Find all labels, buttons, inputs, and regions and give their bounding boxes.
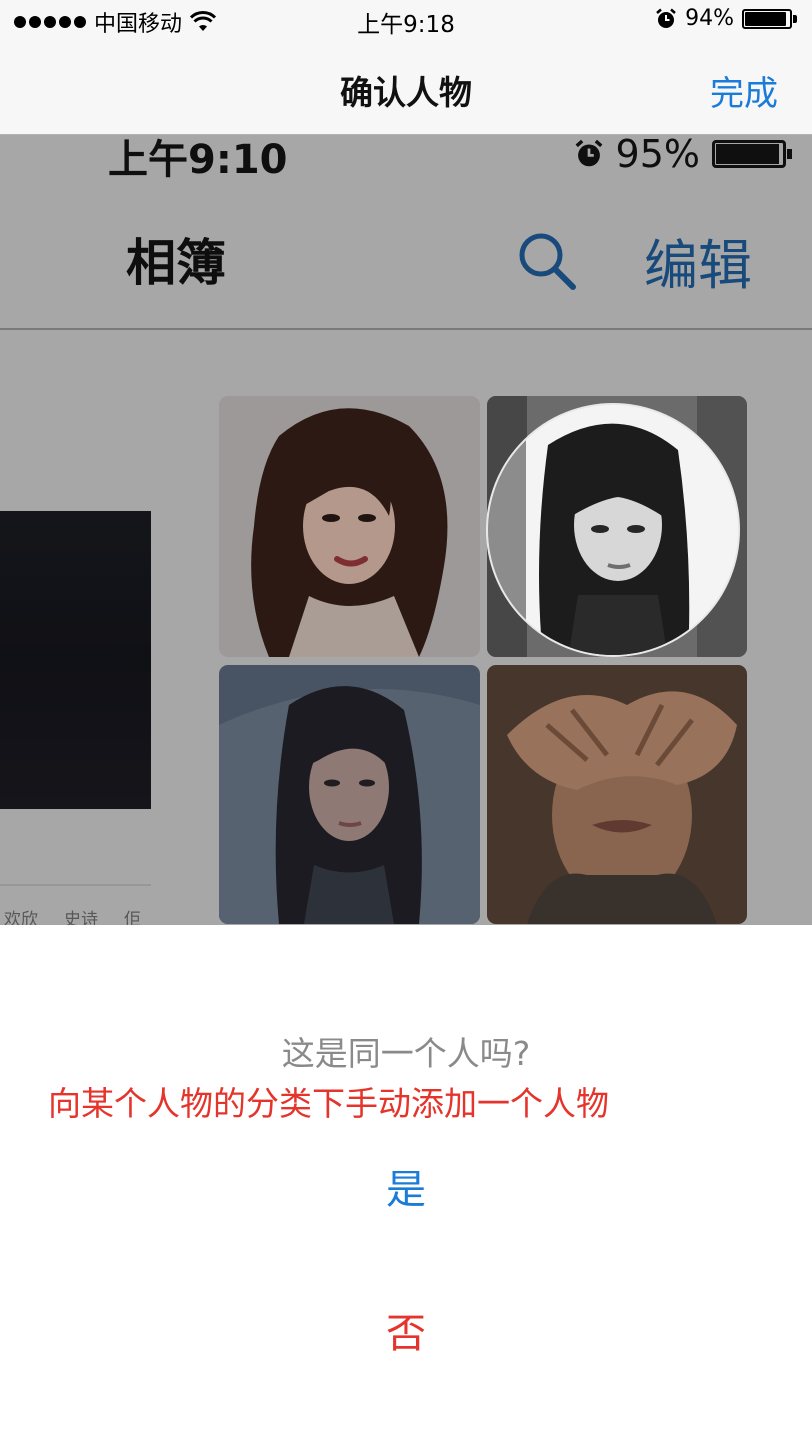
alarm-icon — [656, 8, 676, 28]
album-caption: 史诗 — [64, 910, 98, 925]
embedded-edit-button: 编辑 — [644, 234, 752, 297]
annotation-text: 向某个人物的分类下手动添加一个人物 — [48, 1084, 609, 1123]
highlighted-face[interactable] — [486, 403, 740, 657]
embedded-alarm-icon — [575, 139, 602, 167]
embedded-albums-title: 相簿 — [126, 234, 226, 292]
done-button[interactable]: 完成 — [710, 66, 778, 115]
page-title: 确认人物 — [340, 73, 472, 112]
status-right: 94% — [655, 6, 798, 31]
album-caption: 欢欣 — [4, 910, 38, 925]
album-caption: 佢 — [124, 910, 141, 925]
person-photo — [219, 396, 480, 657]
embedded-album-captions: 欢欣 史诗 佢 — [4, 905, 141, 925]
yes-button[interactable]: 是 — [356, 1157, 456, 1215]
embedded-search-icon — [519, 233, 576, 290]
person-photo — [487, 665, 747, 924]
embedded-battery-percent: 95% — [615, 135, 700, 176]
person-photo — [219, 665, 480, 924]
embedded-album-cover — [0, 511, 151, 809]
confirm-panel: 这是同一个人吗? 向某个人物的分类下手动添加一个人物 是 否 — [0, 925, 812, 1440]
status-bar: 中国移动 上午9:18 94% — [0, 0, 812, 40]
embedded-album-divider — [0, 884, 151, 886]
embedded-divider — [0, 328, 812, 330]
no-button[interactable]: 否 — [356, 1301, 456, 1359]
battery-percent: 94% — [685, 6, 734, 31]
embedded-battery-icon — [712, 138, 794, 170]
battery-icon — [742, 7, 798, 31]
embedded-screenshot: 上午9:10 95% 相簿 编辑 欢欣 史诗 佢 — [0, 135, 812, 925]
confirm-question: 这是同一个人吗? — [281, 1034, 531, 1073]
embedded-status-right: 95% — [574, 135, 794, 176]
nav-bar: 确认人物 完成 — [0, 40, 812, 135]
embedded-status-time: 上午9:10 — [108, 137, 288, 183]
